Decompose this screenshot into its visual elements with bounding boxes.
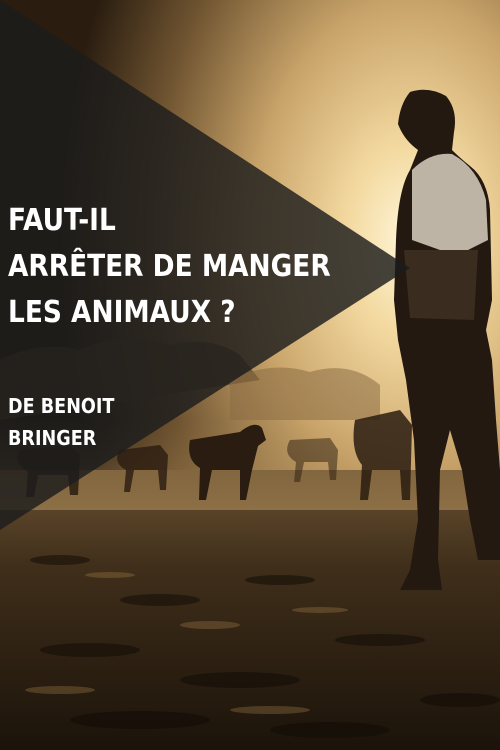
movie-poster: FAUT-IL ARRÊTER DE MANGER LES ANIMAUX ? … [0,0,500,750]
title-line: ARRÊTER DE MANGER [8,249,331,284]
credit-line: BRINGER [8,426,97,450]
poster-title: FAUT-IL ARRÊTER DE MANGER LES ANIMAUX ? [8,198,331,336]
title-line: FAUT-IL [8,203,116,238]
title-line: LES ANIMAUX ? [8,295,236,330]
dark-triangle-overlay [0,0,410,530]
director-credit: DE BENOIT BRINGER [8,390,114,454]
credit-line: DE BENOIT [8,394,115,418]
